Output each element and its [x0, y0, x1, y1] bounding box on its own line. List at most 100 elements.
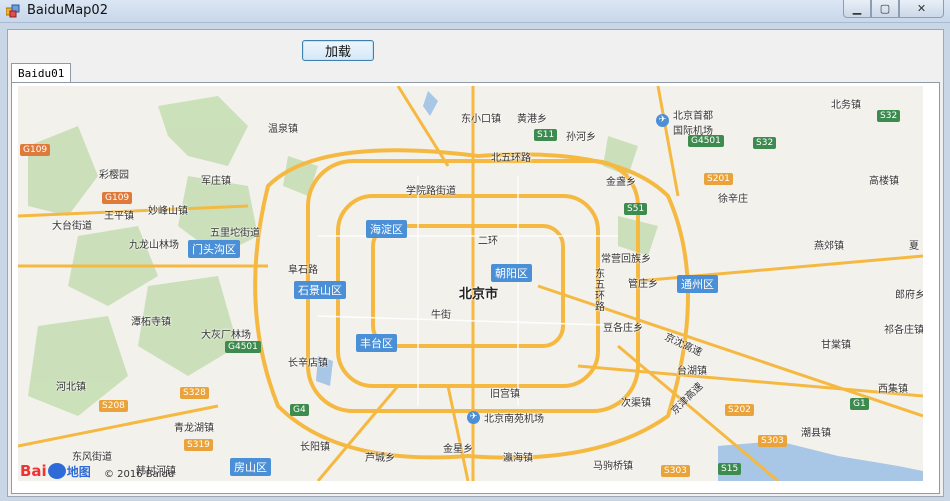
district-label: 通州区	[677, 275, 718, 293]
place-label: 黄港乡	[517, 114, 547, 125]
road-shield: S319	[184, 439, 213, 451]
place-label: 常营回族乡	[601, 254, 651, 265]
place-label: 长阳镇	[300, 442, 330, 453]
road-shield: S303	[661, 465, 690, 477]
load-button[interactable]: 加载	[302, 40, 374, 61]
district-label: 海淀区	[366, 220, 407, 238]
close-button[interactable]: ✕	[899, 0, 944, 18]
district-label: 朝阳区	[491, 264, 532, 282]
district-label: 房山区	[230, 458, 271, 476]
baidu-logo: Bai 地图	[20, 462, 91, 480]
place-label: 北京南苑机场	[484, 414, 544, 425]
place-label: 东小口镇	[461, 114, 501, 125]
map-view[interactable]: 海淀区 朝阳区 石景山区 丰台区 门头沟区 通州区 房山区 北京市 温泉镇 黄港…	[18, 86, 923, 481]
road	[446, 385, 470, 481]
place-label: 九龙山林场	[129, 240, 179, 251]
place-label: 潭柘寺镇	[131, 317, 171, 328]
place-label: 军庄镇	[201, 176, 231, 187]
airport-icon: ✈	[467, 411, 480, 424]
road-shield: S15	[718, 463, 742, 475]
window-title: BaiduMap02	[27, 3, 108, 18]
maximize-button[interactable]: ▢	[871, 0, 899, 18]
place-label: 阜石路	[288, 265, 318, 276]
place-label: 五里坨街道	[210, 228, 260, 239]
place-label: 孙河乡	[566, 132, 596, 143]
road-shield: S201	[704, 173, 733, 185]
place-label: 北务镇	[831, 100, 861, 111]
minimize-button[interactable]: ▁	[843, 0, 871, 18]
place-label: 金星乡	[443, 444, 473, 455]
place-label: 旧宫镇	[490, 389, 520, 400]
place-label: 潮县镇	[801, 428, 831, 439]
place-label: 马驹桥镇	[593, 461, 633, 472]
road-shield: G4	[290, 404, 309, 416]
place-label: 妙峰山镇	[148, 206, 188, 217]
tab-baidu01[interactable]: Baidu01	[11, 63, 72, 83]
road	[317, 315, 639, 327]
road-shield: S303	[758, 435, 787, 447]
place-label: 西集镇	[878, 384, 908, 395]
district-label: 石景山区	[294, 281, 346, 299]
place-label: 北五环路	[491, 153, 531, 164]
road-shield: S51	[624, 203, 648, 215]
close-icon: ✕	[916, 2, 927, 15]
road-shield: S11	[534, 129, 558, 141]
place-label: 东风街道	[72, 452, 112, 463]
paw-icon	[47, 463, 66, 479]
place-label: 瀛海镇	[503, 453, 533, 464]
place-label: 北京首都国际机场	[673, 111, 713, 137]
place-label: 豆各庄乡	[603, 323, 643, 334]
place-label: 燕郊镇	[814, 241, 844, 252]
place-label: 次渠镇	[621, 398, 651, 409]
place-label: 夏	[909, 241, 919, 252]
place-label: 彩樱园	[99, 170, 129, 181]
place-label: 甘棠镇	[821, 340, 851, 351]
place-label: 河北镇	[56, 382, 86, 393]
title-bar: BaiduMap02 ▁ ▢ ✕	[0, 0, 950, 23]
place-label: 高楼镇	[869, 176, 899, 187]
place-label: 青龙湖镇	[174, 423, 214, 434]
water-area	[423, 91, 438, 116]
road-shield: G4501	[225, 341, 261, 353]
road	[656, 86, 680, 197]
place-label: 二环	[478, 236, 498, 247]
road-shield: G109	[20, 144, 51, 156]
minimize-icon: ▁	[852, 2, 862, 15]
green-area	[158, 96, 248, 166]
road-shield: S328	[180, 387, 209, 399]
place-label: 郎府乡	[895, 290, 923, 301]
place-label: 大灰厂林场	[201, 330, 251, 341]
road-shield: G4501	[688, 135, 724, 147]
road-shield: S32	[753, 137, 777, 149]
road-shield: G1	[850, 398, 869, 410]
place-label: 祁各庄镇	[884, 325, 923, 336]
place-label: 长辛店镇	[288, 358, 328, 369]
road	[396, 86, 450, 167]
map-copyright: © 2016 Baidu	[104, 469, 175, 480]
place-label: 牛街	[431, 310, 451, 321]
maximize-icon: ▢	[879, 2, 891, 15]
place-label: 东五环路	[595, 269, 605, 313]
place-label: 大台街道	[52, 221, 92, 232]
place-label: 学院路街道	[406, 186, 456, 197]
place-label: 芦城乡	[365, 453, 395, 464]
road-shield: S208	[99, 400, 128, 412]
road-shield: G109	[102, 192, 133, 204]
road-shield: S32	[877, 110, 901, 122]
district-label: 门头沟区	[188, 240, 240, 258]
place-label: 温泉镇	[268, 124, 298, 135]
place-label: 金盏乡	[606, 177, 636, 188]
place-label: 王平镇	[104, 211, 134, 222]
water-area	[718, 441, 923, 481]
green-area	[28, 126, 98, 216]
district-label: 丰台区	[356, 334, 397, 352]
place-label: 徐辛庄	[718, 194, 748, 205]
form-client-area: 加载 Baidu01 海淀区 朝阳区 石景山区 丰台区 门头沟区 通州区 房山区…	[7, 29, 944, 497]
road	[316, 385, 400, 481]
road-shield: S202	[725, 404, 754, 416]
place-label: 管庄乡	[628, 279, 658, 290]
tab-page: 海淀区 朝阳区 石景山区 丰台区 门头沟区 通州区 房山区 北京市 温泉镇 黄港…	[11, 82, 940, 494]
place-label: 台湖镇	[677, 366, 707, 377]
app-icon	[6, 4, 20, 18]
city-label: 北京市	[459, 287, 499, 302]
